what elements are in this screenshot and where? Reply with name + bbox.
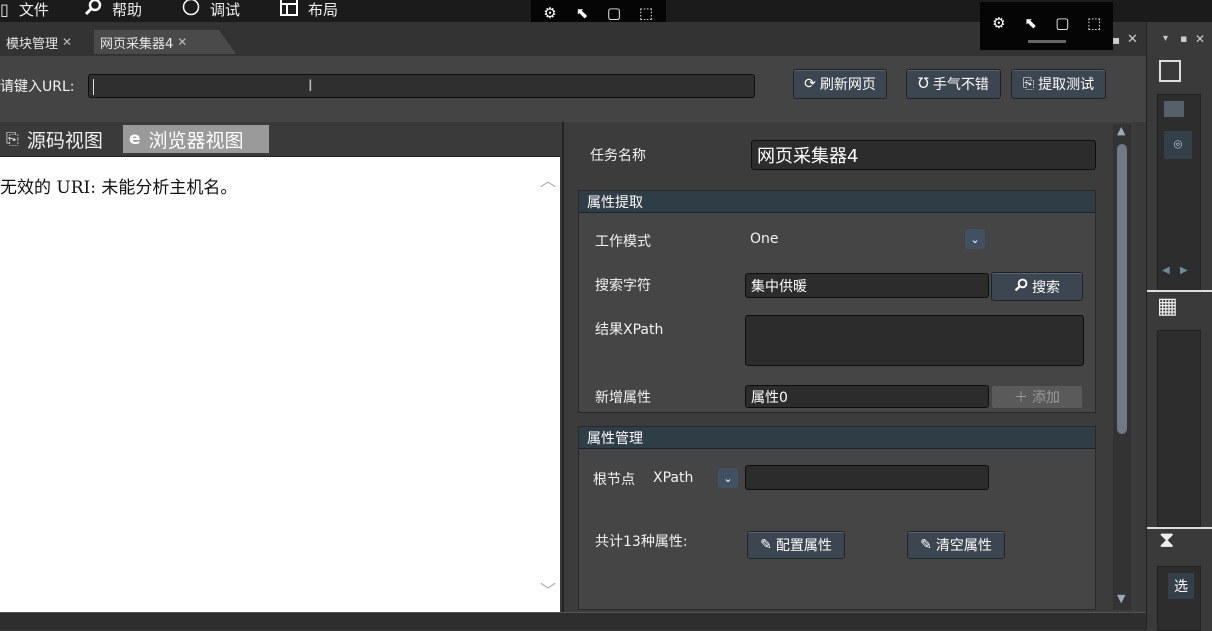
right-dock: ▾ ▪ ✕ ⌾ ◀ ▶ ▦ ⧗ 选 bbox=[1146, 22, 1212, 631]
search-icon bbox=[1014, 278, 1028, 296]
browser-view: 无效的 URI: 未能分析主机名。 ︿ ﹀ bbox=[0, 157, 560, 612]
select-button[interactable]: 选 bbox=[1168, 573, 1194, 599]
scroll-up-icon[interactable]: ▲ bbox=[1117, 124, 1125, 137]
new-attr-field[interactable]: 属性0 bbox=[745, 385, 989, 408]
dock-divider bbox=[1147, 290, 1212, 292]
menu-debug[interactable]: 调试 bbox=[182, 0, 240, 20]
scroll-down-icon[interactable]: ﹀ bbox=[540, 577, 556, 601]
refresh-icon: ⟳ bbox=[804, 76, 816, 92]
extract-test-button[interactable]: ⎘ 提取测试 bbox=[1011, 69, 1106, 99]
menu-help[interactable]: 帮助 bbox=[84, 0, 142, 20]
task-name-field[interactable]: 网页采集器4 bbox=[751, 140, 1096, 170]
result-xpath-field[interactable] bbox=[745, 315, 1084, 366]
pencil-icon: ✎ bbox=[760, 537, 772, 553]
camera-icon[interactable]: ⌾ bbox=[1164, 131, 1192, 159]
pin-icon[interactable]: ▪ bbox=[1180, 32, 1187, 45]
result-xpath-label: 结果XPath bbox=[595, 322, 664, 338]
attr-extract-header: 属性提取 bbox=[579, 191, 1095, 213]
panel-scrollbar[interactable]: ▲ ▼ bbox=[1113, 124, 1131, 610]
clear-attr-button[interactable]: ✎ 清空属性 bbox=[907, 531, 1005, 559]
root-mode-value[interactable]: XPath bbox=[653, 470, 693, 486]
frame-icon[interactable]: ▢ bbox=[1052, 12, 1074, 34]
browser-icon: e bbox=[129, 129, 141, 149]
layout-panel-icon[interactable] bbox=[1159, 60, 1181, 82]
chevron-down-icon[interactable]: ⌄ bbox=[718, 468, 738, 488]
task-name-label: 任务名称 bbox=[590, 148, 646, 164]
refresh-page-button[interactable]: ⟳ 刷新网页 bbox=[793, 69, 887, 99]
ibeam-cursor-icon: I bbox=[308, 76, 313, 95]
tab-module-manager[interactable]: 模块管理 ✕ bbox=[0, 30, 78, 54]
new-attr-label: 新增属性 bbox=[595, 390, 651, 406]
nav-left-icon[interactable]: ◀ bbox=[1162, 265, 1170, 276]
grid-icon[interactable]: ▦ bbox=[1157, 294, 1178, 319]
text-caret bbox=[93, 79, 94, 95]
add-attr-button[interactable]: ＋添加 bbox=[991, 385, 1083, 409]
work-mode-label: 工作模式 bbox=[595, 234, 651, 250]
nav-up-icon[interactable] bbox=[1164, 101, 1184, 117]
attr-count-text: 共计13种属性: bbox=[595, 534, 688, 550]
file-icon: ▯ bbox=[0, 0, 9, 19]
tab-web-collector[interactable]: 网页采集器4 ✕ bbox=[94, 30, 236, 54]
nav-right-icon[interactable]: ▶ bbox=[1180, 265, 1188, 276]
frame-icon[interactable]: ▢ bbox=[603, 2, 625, 24]
hourglass-icon[interactable]: ⧗ bbox=[1159, 528, 1174, 553]
dock-preview-panel: ⌾ ◀ ▶ bbox=[1157, 94, 1201, 291]
tab-source-view[interactable]: ⎘ 源码视图 bbox=[0, 125, 118, 153]
close-icon[interactable]: ✕ bbox=[1127, 32, 1138, 47]
lucky-button[interactable]: Ʊ 手气不错 bbox=[906, 69, 1001, 99]
menu-file[interactable]: ▯ 文件 bbox=[0, 0, 49, 19]
url-input[interactable]: I bbox=[88, 74, 755, 98]
menu-layout[interactable]: 布局 bbox=[280, 0, 338, 20]
url-label: 请键入URL: bbox=[0, 79, 75, 95]
tab-browser-view[interactable]: e 浏览器视图 bbox=[123, 125, 269, 153]
page-test-icon: ⎘ bbox=[1022, 76, 1035, 92]
close-icon[interactable]: ✕ bbox=[62, 35, 72, 49]
config-attr-button[interactable]: ✎ 配置属性 bbox=[747, 531, 845, 559]
root-node-label: 根节点 bbox=[593, 472, 635, 488]
toolbox-grip[interactable] bbox=[1028, 40, 1066, 43]
search-icon bbox=[84, 0, 102, 20]
pencil-icon: ✎ bbox=[920, 537, 932, 553]
page-settings-icon[interactable]: ⚙ bbox=[988, 12, 1010, 34]
attr-manage-header: 属性管理 bbox=[579, 427, 1095, 449]
magnet-icon: Ʊ bbox=[918, 76, 929, 92]
scroll-down-icon[interactable]: ▼ bbox=[1117, 592, 1125, 605]
close-icon[interactable]: ✕ bbox=[177, 35, 187, 49]
source-icon: ⎘ bbox=[6, 129, 19, 148]
dock-select-panel: 选 bbox=[1157, 566, 1201, 631]
search-text-label: 搜索字符 bbox=[595, 278, 651, 294]
close-icon[interactable]: ✕ bbox=[1195, 32, 1205, 46]
pin-icon[interactable]: ▪ bbox=[1112, 33, 1120, 47]
browser-error-text: 无效的 URI: 未能分析主机名。 bbox=[0, 178, 238, 198]
work-mode-value[interactable]: One bbox=[750, 231, 779, 247]
dock-list-panel bbox=[1157, 330, 1201, 527]
search-button[interactable]: 搜索 bbox=[991, 272, 1083, 301]
bottom-status-strip bbox=[0, 612, 1146, 630]
page-settings-icon[interactable]: ⚙ bbox=[539, 2, 561, 24]
circle-icon bbox=[182, 0, 200, 20]
attr-extract-group: 属性提取 bbox=[578, 190, 1096, 413]
scroll-thumb[interactable] bbox=[1117, 144, 1127, 434]
plus-icon: ＋ bbox=[1014, 390, 1028, 406]
layout-icon bbox=[280, 0, 298, 20]
multi-select-icon[interactable]: ⬚ bbox=[635, 2, 657, 24]
pointer-select-icon[interactable]: ⬉ bbox=[1020, 12, 1042, 34]
attr-manage-group: 属性管理 bbox=[578, 426, 1096, 610]
chevron-down-icon[interactable]: ⌄ bbox=[965, 229, 985, 249]
multi-select-icon[interactable]: ⬚ bbox=[1083, 12, 1105, 34]
search-text-field[interactable]: 集中供暖 bbox=[745, 273, 989, 298]
pointer-select-icon[interactable]: ⬉ bbox=[571, 2, 593, 24]
dropdown-icon[interactable]: ▾ bbox=[1163, 33, 1168, 44]
dock-divider bbox=[1147, 527, 1212, 529]
scroll-up-icon[interactable]: ︿ bbox=[540, 167, 556, 191]
root-xpath-field[interactable] bbox=[745, 465, 989, 490]
